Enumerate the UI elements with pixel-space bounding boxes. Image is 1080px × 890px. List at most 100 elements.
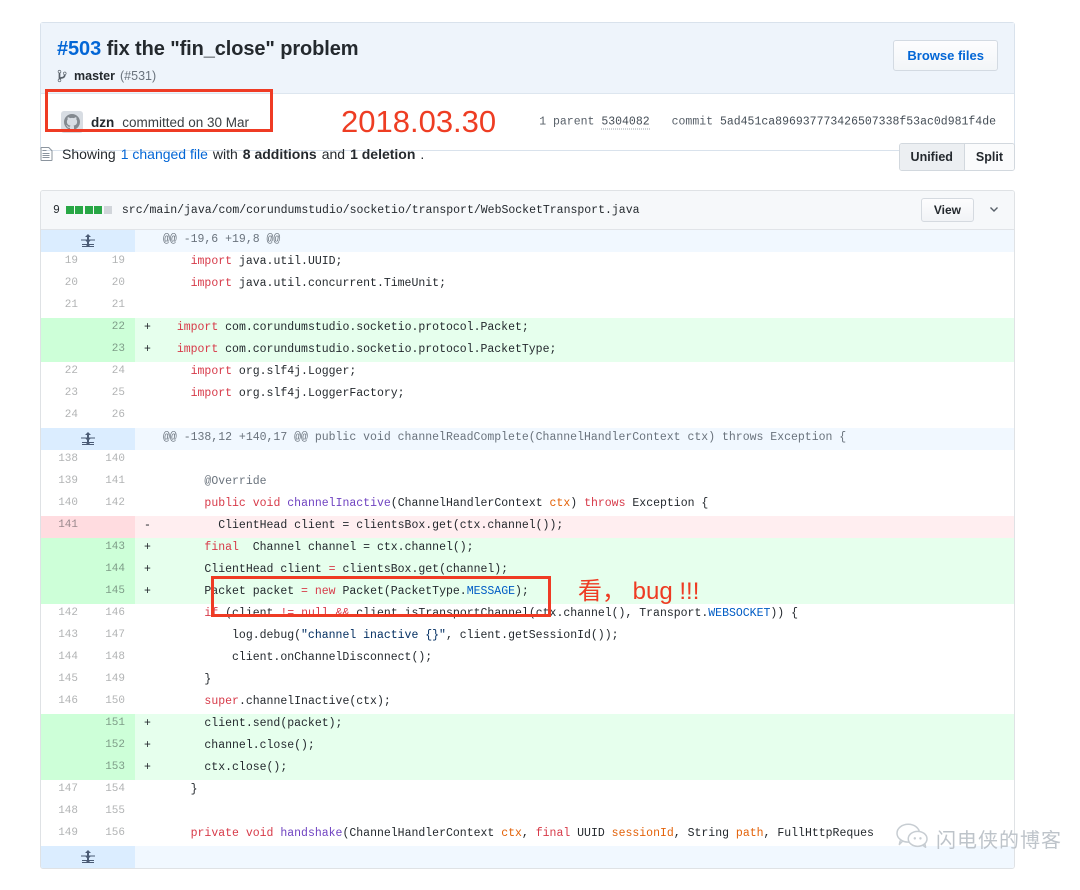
pull-request-ref[interactable]: (#531) — [120, 69, 156, 83]
code-line[interactable]: client.onChannelDisconnect(); — [157, 648, 1014, 670]
diff-stat-count: 9 — [53, 203, 60, 217]
parent-label: 1 parent — [539, 115, 595, 129]
commit-sha-block: 1 parent 5304082 commit 5ad451ca89693777… — [539, 115, 996, 130]
code-line[interactable]: log.debug("channel inactive {}", client.… — [157, 626, 1014, 648]
showing-prefix: Showing — [62, 146, 116, 162]
code-line[interactable]: import com.corundumstudio.socketio.proto… — [157, 340, 1014, 362]
branch-name[interactable]: master — [74, 69, 115, 83]
diff-marker — [135, 450, 157, 472]
code-line[interactable]: super.channelInactive(ctx); — [157, 692, 1014, 714]
unfold-icon[interactable] — [41, 430, 135, 446]
code-line[interactable]: ClientHead client = clientsBox.get(ctx.c… — [157, 516, 1014, 538]
code-line[interactable]: private void handshake(ChannelHandlerCon… — [157, 824, 1014, 846]
code-line[interactable]: import java.util.concurrent.TimeUnit; — [157, 274, 1014, 296]
expand-lines-button[interactable] — [41, 428, 135, 450]
hunk-marker — [135, 428, 157, 450]
diff-summary-row: Showing 1 changed file with 8 additions … — [40, 143, 1015, 171]
commit-author-name[interactable]: dzn — [91, 115, 114, 130]
diff-file-header: 9 src/main/java/com/corundumstudio/socke… — [41, 191, 1014, 230]
code-line[interactable]: if (client != null && client.isTransport… — [157, 604, 1014, 626]
code-line[interactable] — [157, 450, 1014, 472]
line-number-new: 25 — [88, 384, 135, 406]
diff-marker — [135, 670, 157, 692]
expand-lines-button-bottom[interactable] — [41, 846, 135, 868]
diff-row: 148 155 — [41, 802, 1014, 824]
diff-row: 23 25 import org.slf4j.LoggerFactory; — [41, 384, 1014, 406]
line-number-new: 142 — [88, 494, 135, 516]
code-line[interactable]: @Override — [157, 472, 1014, 494]
code-line[interactable] — [157, 406, 1014, 428]
diff-stat-blocks — [65, 206, 112, 214]
code-line[interactable]: import org.slf4j.Logger; — [157, 362, 1014, 384]
tab-unified[interactable]: Unified — [899, 144, 965, 170]
code-line[interactable]: ctx.close(); — [157, 758, 1014, 780]
code-line[interactable]: import org.slf4j.LoggerFactory; — [157, 384, 1014, 406]
diff-marker — [135, 692, 157, 714]
diff-row: 22 + import com.corundumstudio.socketio.p… — [41, 318, 1014, 340]
commit-label: commit — [671, 115, 714, 129]
diff-row: 153 + ctx.close(); — [41, 758, 1014, 780]
diff-marker: - — [135, 516, 157, 538]
git-branch-icon — [57, 69, 69, 83]
diff-file-actions: View — [920, 198, 1004, 222]
parent-sha[interactable]: 5304082 — [601, 115, 650, 130]
diff-summary-text: Showing 1 changed file with 8 additions … — [40, 146, 424, 162]
line-number-new: 20 — [88, 274, 135, 296]
browse-files-button[interactable]: Browse files — [893, 40, 998, 71]
line-number-new: 152 — [88, 736, 135, 758]
expand-lines-button[interactable] — [41, 230, 135, 252]
code-line[interactable] — [157, 802, 1014, 824]
line-number-old: 142 — [41, 604, 88, 626]
code-line[interactable]: final Channel channel = ctx.channel(); — [157, 538, 1014, 560]
diff-row: 20 20 import java.util.concurrent.TimeUni… — [41, 274, 1014, 296]
line-number-old: 148 — [41, 802, 88, 824]
line-number-old — [41, 538, 88, 560]
line-number-old: 139 — [41, 472, 88, 494]
line-number-old: 149 — [41, 824, 88, 846]
code-line[interactable]: } — [157, 670, 1014, 692]
line-number-old — [41, 340, 88, 362]
view-file-button[interactable]: View — [920, 198, 974, 222]
diff-stat-block — [75, 206, 84, 214]
chevron-down-icon[interactable] — [984, 203, 1004, 218]
diff-row: 145 + Packet packet = new Packet(PacketTy… — [41, 582, 1014, 604]
avatar[interactable] — [61, 111, 83, 133]
line-number-new: 155 — [88, 802, 135, 824]
line-number-new: 26 — [88, 406, 135, 428]
diff-row: 144 148 client.onChannelDisconnect(); — [41, 648, 1014, 670]
unfold-icon[interactable] — [41, 232, 135, 248]
code-line[interactable] — [157, 296, 1014, 318]
code-line[interactable]: channel.close(); — [157, 736, 1014, 758]
diff-row: 143 + final Channel channel = ctx.channel… — [41, 538, 1014, 560]
showing-period: . — [420, 146, 425, 162]
tab-split[interactable]: Split — [964, 144, 1014, 170]
wechat-icon — [895, 821, 929, 856]
diff-marker — [135, 648, 157, 670]
diff-marker: + — [135, 538, 157, 560]
changed-file-link[interactable]: 1 changed file — [121, 146, 208, 162]
commit-sha[interactable]: 5ad451ca896937773426507338f53ac0d981f4de — [720, 116, 996, 129]
code-line[interactable]: import com.corundumstudio.socketio.proto… — [157, 318, 1014, 340]
code-line[interactable]: import java.util.UUID; — [157, 252, 1014, 274]
unfold-icon[interactable] — [41, 848, 135, 864]
diff-marker — [135, 384, 157, 406]
diff-row: 147 154 } — [41, 780, 1014, 802]
line-number-old: 23 — [41, 384, 88, 406]
hunk-header-text: @@ -19,6 +19,8 @@ — [157, 230, 1014, 252]
diff-row: 140 142 public void channelInactive(Chann… — [41, 494, 1014, 516]
code-line[interactable]: client.send(packet); — [157, 714, 1014, 736]
line-number-new: 22 — [88, 318, 135, 340]
diff-file-box: 9 src/main/java/com/corundumstudio/socke… — [40, 190, 1015, 869]
line-number-old: 21 — [41, 296, 88, 318]
diff-row: 22 24 import org.slf4j.Logger; — [41, 362, 1014, 384]
diff-row: 149 156 private void handshake(ChannelHan… — [41, 824, 1014, 846]
diff-stat-block — [94, 206, 103, 214]
line-number-old: 22 — [41, 362, 88, 384]
diff-marker — [135, 604, 157, 626]
commit-number[interactable]: #503 — [57, 38, 101, 60]
diff-marker — [135, 274, 157, 296]
line-number-new: 153 — [88, 758, 135, 780]
file-path[interactable]: src/main/java/com/corundumstudio/socketi… — [122, 204, 640, 217]
code-line[interactable]: } — [157, 780, 1014, 802]
code-line[interactable]: public void channelInactive(ChannelHandl… — [157, 494, 1014, 516]
